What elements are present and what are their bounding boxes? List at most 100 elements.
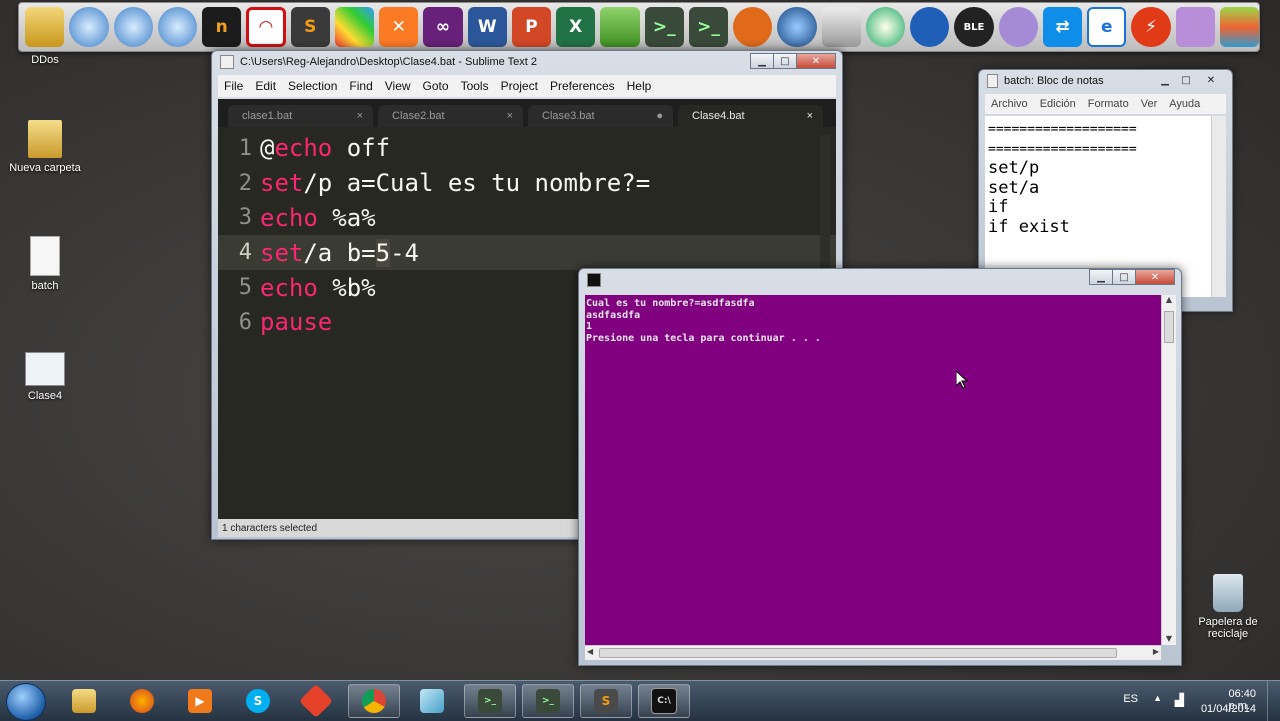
taskbar-app-firefox[interactable] bbox=[116, 684, 168, 718]
tab-clase3[interactable]: Clase3.bat ● bbox=[528, 105, 673, 127]
globe-icon[interactable] bbox=[157, 7, 197, 47]
taskbar-app-console[interactable]: >_ bbox=[464, 684, 516, 718]
notepad-scrollbar[interactable] bbox=[1211, 116, 1226, 297]
flash-icon[interactable]: ⚡ bbox=[1131, 7, 1171, 47]
notepad-plus-icon[interactable]: n bbox=[202, 7, 242, 47]
menu-archivo[interactable]: Archivo bbox=[985, 98, 1034, 110]
visual-studio-icon[interactable]: ∞ bbox=[423, 7, 463, 47]
app-icon[interactable] bbox=[865, 7, 906, 47]
console-output[interactable]: Cual es tu nombre?=asdfasdfa asdfasdfa 1 Pr… bbox=[585, 295, 1161, 645]
ghost-icon[interactable] bbox=[998, 7, 1038, 47]
menu-view[interactable]: View bbox=[379, 79, 417, 93]
desktop-icon-ddos[interactable]: DDos bbox=[5, 54, 85, 66]
teamviewer-icon[interactable]: ⇄ bbox=[1042, 7, 1083, 47]
unsaved-dot-icon[interactable]: ● bbox=[656, 110, 663, 122]
camera-icon[interactable] bbox=[821, 7, 861, 47]
taskbar-app-media[interactable]: ▶ bbox=[174, 684, 226, 718]
taskbar-app-sublime[interactable]: S bbox=[580, 684, 632, 718]
maximize-button[interactable]: □ bbox=[1112, 269, 1136, 285]
minimize-button[interactable]: ▁ bbox=[750, 53, 774, 69]
console-horizontal-scrollbar[interactable]: ◀ ▶ bbox=[585, 645, 1161, 660]
taskbar-app-chrome[interactable] bbox=[348, 684, 400, 718]
close-button[interactable]: ✕ bbox=[1196, 72, 1226, 88]
scroll-right-icon[interactable]: ▶ bbox=[1153, 647, 1159, 656]
menu-ver[interactable]: Ver bbox=[1135, 98, 1164, 110]
minimize-button[interactable]: ▁ bbox=[1089, 269, 1113, 285]
menu-find[interactable]: Find bbox=[343, 79, 378, 93]
app-icon[interactable] bbox=[600, 7, 640, 47]
desktop-icon-clase4[interactable]: Clase4 bbox=[5, 352, 85, 402]
earth-icon[interactable] bbox=[777, 7, 817, 47]
blender-icon[interactable] bbox=[910, 7, 950, 47]
tab-clase4[interactable]: Clase4.bat × bbox=[678, 105, 823, 127]
xampp-icon[interactable]: ✕ bbox=[379, 7, 419, 47]
menu-selection[interactable]: Selection bbox=[282, 79, 343, 93]
folder-icon[interactable] bbox=[25, 7, 65, 47]
cat-icon[interactable] bbox=[733, 7, 773, 47]
taskbar-app-cmd[interactable]: C:\ bbox=[638, 684, 690, 718]
tab-close-icon[interactable]: × bbox=[807, 110, 813, 122]
scroll-up-icon[interactable]: ▲ bbox=[1162, 295, 1176, 304]
code-line[interactable]: 2 set/p a=Cual es tu nombre?= bbox=[218, 166, 836, 201]
menu-tools[interactable]: Tools bbox=[455, 79, 495, 93]
excel-icon[interactable]: X bbox=[556, 7, 596, 47]
bluetooth-icon[interactable]: BLE bbox=[954, 7, 994, 47]
sublime-titlebar[interactable]: C:\Users\Reg-Alejandro\Desktop\Clase4.ba… bbox=[212, 51, 842, 73]
word-icon[interactable]: W bbox=[467, 7, 507, 47]
code-line-current[interactable]: 4 set/a b=5-4 bbox=[218, 235, 836, 271]
taskbar-app-console[interactable]: >_ bbox=[522, 684, 574, 718]
desktop-icon-nueva-carpeta[interactable]: Nueva carpeta bbox=[5, 120, 85, 174]
console-vertical-scrollbar[interactable]: ▲ ▼ bbox=[1161, 295, 1176, 645]
menu-preferences[interactable]: Preferences bbox=[544, 79, 621, 93]
tab-close-icon[interactable]: × bbox=[507, 110, 513, 122]
bluestacks-icon[interactable] bbox=[1219, 7, 1260, 47]
scroll-thumb[interactable] bbox=[1164, 311, 1174, 343]
paint-icon[interactable]: ◠ bbox=[246, 7, 286, 47]
taskbar-app-skype[interactable]: S bbox=[232, 684, 284, 718]
tab-clase1[interactable]: clase1.bat × bbox=[228, 105, 373, 127]
ie-icon[interactable]: e bbox=[1087, 7, 1127, 47]
sublime-icon[interactable]: S bbox=[290, 7, 330, 47]
powerpoint-icon[interactable]: P bbox=[511, 7, 552, 47]
scroll-down-icon[interactable]: ▼ bbox=[1162, 634, 1176, 643]
maximize-button[interactable]: □ bbox=[1175, 72, 1197, 88]
menu-formato[interactable]: Formato bbox=[1082, 98, 1135, 110]
menu-goto[interactable]: Goto bbox=[417, 79, 455, 93]
code-line[interactable]: 1 @echo off bbox=[218, 131, 836, 166]
taskbar-app-box[interactable] bbox=[406, 684, 458, 718]
clock-date[interactable]: 01/04/2014 bbox=[1201, 703, 1256, 715]
language-indicator[interactable]: ES bbox=[1123, 693, 1138, 705]
scroll-thumb[interactable] bbox=[599, 648, 1117, 658]
show-hidden-icons-icon[interactable]: ▲ bbox=[1153, 693, 1162, 703]
menu-file[interactable]: File bbox=[218, 79, 249, 93]
tab-clase2[interactable]: Clase2.bat × bbox=[378, 105, 523, 127]
close-button[interactable]: ✕ bbox=[1135, 269, 1175, 285]
taskbar-app-explorer[interactable] bbox=[58, 684, 110, 718]
network-icon[interactable]: ▟ bbox=[1175, 693, 1184, 707]
paint-brush-icon[interactable] bbox=[334, 7, 375, 47]
desktop-icon-batch[interactable]: batch bbox=[5, 236, 85, 292]
code-line[interactable]: 3 echo %a% bbox=[218, 201, 836, 236]
menu-project[interactable]: Project bbox=[495, 79, 544, 93]
menu-help[interactable]: Help bbox=[621, 79, 658, 93]
status-text: 1 characters selected bbox=[222, 522, 318, 534]
start-button[interactable] bbox=[6, 683, 46, 721]
minimize-button[interactable]: ▁ bbox=[1154, 72, 1176, 88]
menu-edit[interactable]: Edit bbox=[249, 79, 282, 93]
taskbar-app-git[interactable] bbox=[290, 684, 342, 718]
feather-icon[interactable] bbox=[1175, 7, 1215, 47]
tab-bar: clase1.bat × Clase2.bat × Clase3.bat ● C… bbox=[218, 99, 836, 127]
maximize-button[interactable]: □ bbox=[773, 53, 797, 69]
console-icon[interactable]: >_ bbox=[688, 7, 729, 47]
show-desktop-button[interactable] bbox=[1267, 681, 1280, 721]
menu-ayuda[interactable]: Ayuda bbox=[1163, 98, 1206, 110]
menu-edicion[interactable]: Edición bbox=[1034, 98, 1082, 110]
folder-icon bbox=[28, 120, 62, 158]
console-icon[interactable]: >_ bbox=[644, 7, 684, 47]
tab-close-icon[interactable]: × bbox=[357, 110, 363, 122]
scroll-left-icon[interactable]: ◀ bbox=[587, 647, 593, 656]
globe-icon[interactable] bbox=[113, 7, 153, 47]
desktop-icon-recycle-bin[interactable]: Papelera de reciclaje bbox=[1188, 574, 1268, 640]
close-button[interactable]: ✕ bbox=[796, 53, 836, 69]
globe-icon[interactable] bbox=[69, 7, 109, 47]
